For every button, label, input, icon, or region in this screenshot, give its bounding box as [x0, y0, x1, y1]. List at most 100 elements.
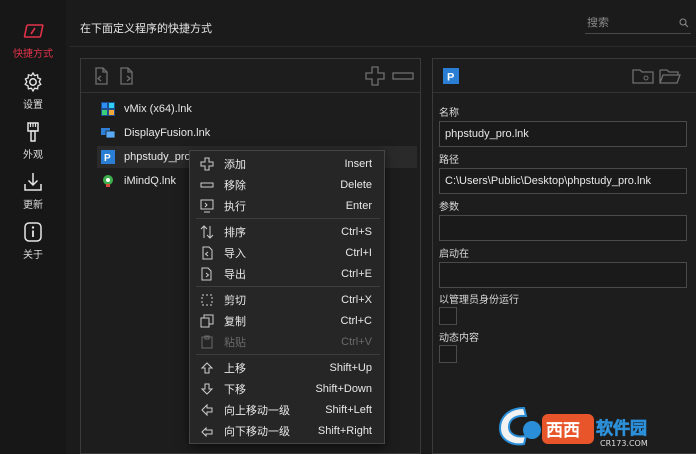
menu-label: 剪切 — [224, 294, 246, 307]
svg-text:P: P — [104, 153, 111, 164]
imindq-icon — [103, 175, 113, 187]
import-file-icon[interactable] — [92, 67, 110, 85]
nav-item-update[interactable]: 更新 — [0, 171, 66, 215]
arrow-up-icon — [200, 361, 214, 373]
export-icon — [201, 267, 212, 280]
menu-item-move-level-up[interactable]: 向上移动一级 Shift+Left — [190, 399, 384, 420]
nav-label: 快捷方式 — [13, 49, 53, 60]
copy-icon — [200, 314, 214, 327]
dynamic-content-label: 动态内容 — [439, 333, 479, 344]
list-toolbar — [81, 59, 420, 93]
menu-label: 导入 — [224, 247, 246, 260]
menu-item-copy[interactable]: 复制 Ctrl+C — [190, 310, 384, 331]
list-item[interactable]: DisplayFusion.lnk — [97, 122, 417, 144]
nav-label: 设置 — [23, 100, 43, 111]
svg-text:西西: 西西 — [546, 421, 580, 441]
menu-item-move-level-down[interactable]: 向下移动一级 Shift+Right — [190, 420, 384, 441]
watermark-logo: 西西 软件园 CR173.COM — [498, 406, 648, 448]
info-icon — [24, 222, 42, 242]
detail-toolbar: P — [433, 59, 696, 93]
menu-item-sort[interactable]: 排序 Ctrl+S — [190, 221, 384, 242]
plus-icon — [200, 157, 214, 170]
svg-text:P: P — [447, 72, 454, 84]
name-label: 名称 — [439, 108, 459, 119]
menu-shortcut: Ctrl+I — [345, 246, 372, 259]
phpstudy-icon: P — [101, 150, 115, 164]
arrow-down-icon — [200, 383, 214, 395]
menu-item-cut[interactable]: 剪切 Ctrl+X — [190, 289, 384, 310]
watermark-site: CR173.COM — [600, 439, 648, 448]
menu-shortcut: Ctrl+V — [341, 335, 372, 348]
menu-shortcut: Insert — [344, 157, 372, 170]
remove-icon[interactable] — [392, 66, 414, 86]
phpstudy-icon[interactable]: P — [443, 68, 459, 84]
menu-shortcut: Ctrl+C — [340, 314, 372, 327]
search-icon[interactable] — [679, 17, 689, 28]
gear-icon — [24, 71, 42, 93]
add-icon[interactable] — [365, 66, 385, 86]
start-in-field[interactable] — [439, 262, 687, 288]
search-input[interactable] — [587, 16, 673, 29]
menu-separator — [196, 354, 380, 355]
detail-panel: P 名称 phpstudy_pro.lnk 路径 C:\Users\Public… — [432, 58, 696, 454]
menu-label: 导出 — [224, 268, 246, 281]
search-box[interactable] — [585, 12, 691, 34]
page-title: 在下面定义程序的快捷方式 — [80, 23, 212, 35]
cut-icon — [201, 294, 213, 305]
displayfusion-icon — [101, 128, 115, 139]
menu-shortcut: Enter — [345, 199, 372, 212]
nav-label: 关于 — [23, 250, 43, 261]
menu-shortcut: Shift+Left — [325, 403, 372, 416]
list-item-label: vMix (x64).lnk — [124, 103, 192, 115]
args-field[interactable] — [439, 215, 687, 241]
menu-label: 上移 — [224, 362, 246, 375]
path-field[interactable]: C:\Users\Public\Desktop\phpstudy_pro.lnk — [439, 168, 687, 194]
run-icon — [200, 199, 214, 212]
menu-separator — [196, 218, 380, 219]
import-icon — [202, 246, 213, 259]
menu-item-move-down[interactable]: 下移 Shift+Down — [190, 378, 384, 399]
menu-item-export[interactable]: 导出 Ctrl+E — [190, 263, 384, 284]
shortcut-icon — [23, 24, 44, 38]
list-item-label: DisplayFusion.lnk — [124, 127, 211, 139]
menu-item-import[interactable]: 导入 Ctrl+I — [190, 242, 384, 263]
menu-item-remove[interactable]: 移除 Delete — [190, 174, 384, 195]
nav-label: 更新 — [23, 200, 43, 211]
menu-shortcut: Ctrl+E — [341, 267, 372, 280]
folder-icon[interactable] — [632, 67, 654, 85]
name-field[interactable]: phpstudy_pro.lnk — [439, 121, 687, 147]
open-folder-icon[interactable] — [659, 67, 681, 85]
context-menu: 添加 Insert 移除 Delete 执行 Enter 排序 Ctrl+S 导… — [189, 150, 385, 444]
list-item[interactable]: vMix (x64).lnk — [97, 98, 417, 120]
menu-label: 复制 — [224, 315, 246, 328]
menu-shortcut: Shift+Right — [317, 424, 372, 437]
path-label: 路径 — [439, 155, 459, 166]
level-down-icon — [201, 426, 213, 437]
list-item-label: iMindQ.lnk — [124, 175, 176, 187]
nav-item-appearance[interactable]: 外观 — [0, 121, 66, 165]
menu-label: 添加 — [224, 158, 246, 171]
download-icon — [24, 173, 42, 191]
menu-item-add[interactable]: 添加 Insert — [190, 153, 384, 174]
menu-label: 向上移动一级 — [224, 404, 290, 417]
watermark-brand-rest: 软件园 — [596, 418, 647, 439]
menu-label: 粘贴 — [224, 336, 246, 349]
nav-item-shortcuts[interactable]: 快捷方式 — [0, 20, 66, 64]
menu-label: 下移 — [224, 383, 246, 396]
dynamic-content-checkbox[interactable] — [439, 345, 457, 363]
menu-shortcut: Delete — [340, 178, 372, 191]
export-file-icon[interactable] — [118, 67, 136, 85]
nav-label: 外观 — [23, 150, 43, 161]
nav-item-about[interactable]: 关于 — [0, 221, 66, 265]
menu-shortcut: Shift+Down — [315, 382, 372, 395]
menu-item-move-up[interactable]: 上移 Shift+Up — [190, 357, 384, 378]
left-nav: 快捷方式 设置 外观 更新 关于 — [0, 0, 66, 454]
run-as-admin-checkbox[interactable] — [439, 307, 457, 325]
menu-label: 排序 — [224, 226, 246, 239]
brush-icon — [27, 122, 39, 142]
header-divider — [70, 46, 696, 47]
args-label: 参数 — [439, 202, 459, 213]
start-in-label: 启动在 — [439, 249, 469, 260]
menu-item-run[interactable]: 执行 Enter — [190, 195, 384, 216]
nav-item-settings[interactable]: 设置 — [0, 71, 66, 115]
